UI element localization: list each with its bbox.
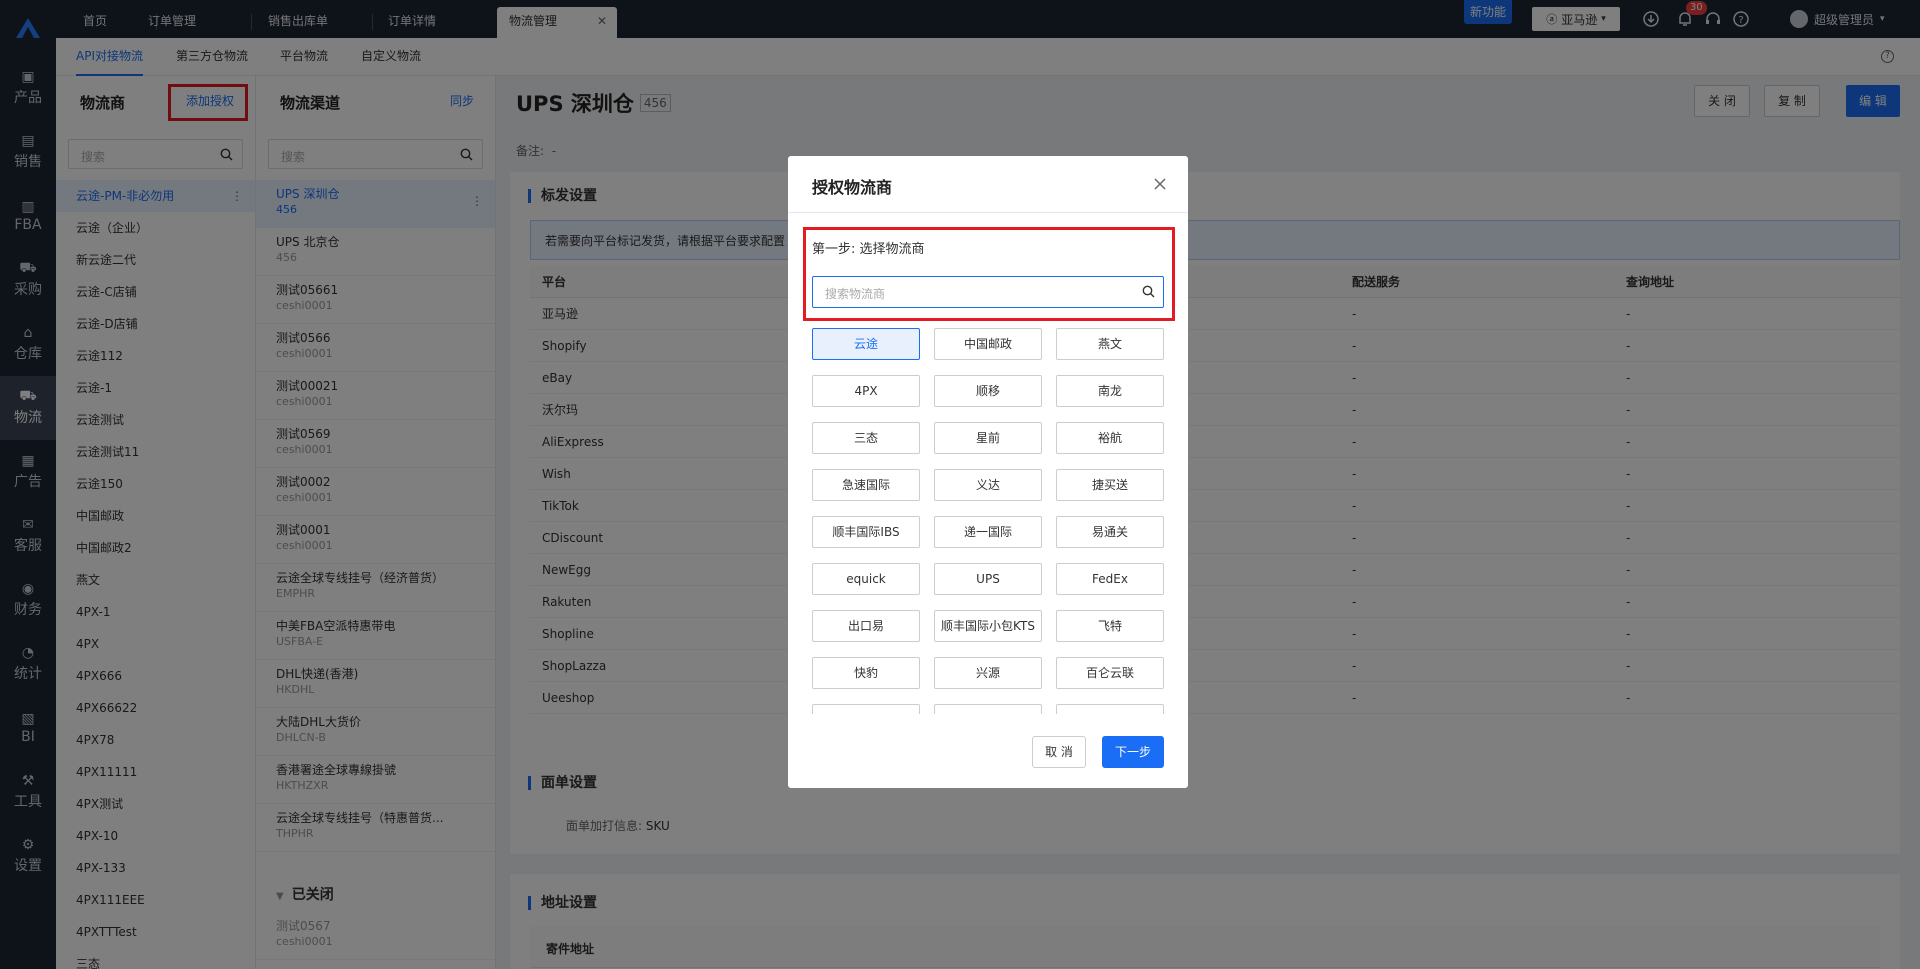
carrier-option[interactable]: 兴源 <box>934 657 1042 689</box>
carrier-option[interactable]: UPS <box>934 563 1042 595</box>
next-step-button[interactable]: 下一步 <box>1102 736 1164 768</box>
carrier-option[interactable]: 义达 <box>934 469 1042 501</box>
carrier-option[interactable]: 递一国际 <box>934 516 1042 548</box>
carrier-option[interactable]: 中国邮政 <box>934 328 1042 360</box>
carrier-option-partial[interactable] <box>934 704 1042 714</box>
carrier-option[interactable]: 4PX <box>812 375 920 407</box>
carrier-option[interactable]: FedEx <box>1056 563 1164 595</box>
carrier-option-partial[interactable] <box>812 704 920 714</box>
authorize-carrier-modal: 授权物流商 第一步: 选择物流商 搜索物流商 云途 中国邮政 燕文 4PX 顺移 南龙三态… <box>788 156 1188 788</box>
carrier-option[interactable]: 快豹 <box>812 657 920 689</box>
carrier-option-partial[interactable] <box>1056 704 1164 714</box>
carrier-options-grid: 云途 中国邮政 燕文 4PX 顺移 南龙三态 星前 裕航急速国际 义达 捷买送顺丰国际IBS 递一国… <box>812 328 1164 714</box>
modal-title: 授权物流商 <box>812 178 893 197</box>
carrier-option[interactable]: 云途 <box>812 328 920 360</box>
carrier-option[interactable]: 飞特 <box>1056 610 1164 642</box>
carrier-option[interactable]: 顺移 <box>934 375 1042 407</box>
carrier-option[interactable]: 顺丰国际小包KTS <box>934 610 1042 642</box>
carrier-option[interactable]: equick <box>812 563 920 595</box>
carrier-option[interactable]: 顺丰国际IBS <box>812 516 920 548</box>
carrier-search-input[interactable]: 搜索物流商 <box>812 276 1164 308</box>
carrier-option[interactable]: 燕文 <box>1056 328 1164 360</box>
carrier-option[interactable]: 急速国际 <box>812 469 920 501</box>
carrier-option[interactable]: 出口易 <box>812 610 920 642</box>
carrier-option[interactable]: 三态 <box>812 422 920 454</box>
carrier-option[interactable]: 裕航 <box>1056 422 1164 454</box>
step-label: 第一步: 选择物流商 <box>812 242 925 257</box>
carrier-option[interactable]: 星前 <box>934 422 1042 454</box>
divider <box>788 212 1188 213</box>
carrier-option[interactable]: 百仑云联 <box>1056 657 1164 689</box>
carrier-option[interactable]: 捷买送 <box>1056 469 1164 501</box>
carrier-option[interactable]: 南龙 <box>1056 375 1164 407</box>
search-icon <box>1142 285 1155 298</box>
carrier-option[interactable]: 易通关 <box>1056 516 1164 548</box>
cancel-button[interactable]: 取 消 <box>1032 736 1086 768</box>
search-placeholder: 搜索物流商 <box>825 287 886 301</box>
close-icon[interactable] <box>1152 176 1168 192</box>
